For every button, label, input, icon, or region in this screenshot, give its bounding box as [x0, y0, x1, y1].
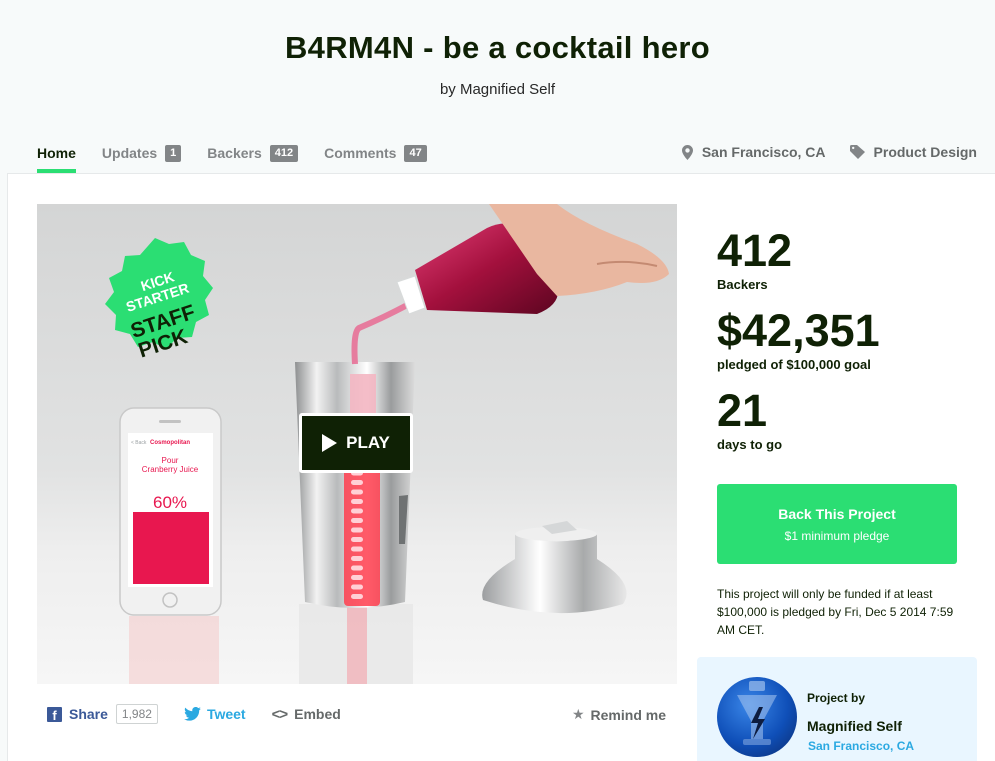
funding-note: This project will only be funded if at l… [717, 587, 954, 637]
phone-reflection [129, 616, 219, 684]
remind-me-button[interactable]: ★ Remind me [572, 706, 666, 723]
project-title: B4RM4N - be a cocktail hero [285, 30, 710, 65]
pour-stream [351, 301, 411, 365]
comments-count-badge: 47 [404, 144, 427, 162]
led-dot [351, 556, 363, 561]
led-dot [351, 480, 363, 485]
code-brackets-icon: <> [271, 705, 289, 723]
phone-fill-bar [133, 512, 209, 584]
led-dot [351, 565, 363, 571]
play-button[interactable]: PLAY [299, 413, 413, 473]
backers-count-badge: 412 [269, 144, 299, 162]
led-dot [351, 584, 363, 590]
project-by-label: Project by [807, 691, 866, 705]
facebook-share-count: 1,982 [115, 704, 158, 724]
tweet-label: Tweet [206, 706, 246, 722]
embed-button[interactable]: <> Embed [272, 706, 341, 723]
led-dot [351, 499, 363, 504]
led-dot [351, 489, 363, 495]
cocktail-lightning-icon [737, 681, 777, 745]
days-to-go-count: 21 [717, 385, 768, 436]
led-dot [351, 575, 363, 580]
phone-mockup: < Back Cosmopolitan Pour Cranberry Juice… [119, 407, 222, 616]
bottle-and-hand [396, 204, 669, 315]
phone-instruction-2: Cranberry Juice [142, 465, 199, 474]
tab-comments-label: Comments [324, 145, 397, 161]
star-icon: ★ [571, 706, 585, 722]
days-to-go-label: days to go [717, 437, 783, 452]
back-button-label: Back This Project [778, 506, 896, 522]
phone-back: < Back [131, 440, 147, 446]
back-this-project-button[interactable]: Back This Project $1 minimum pledge [717, 484, 957, 564]
tab-home[interactable]: Home [37, 142, 76, 173]
category-label: Product Design [873, 144, 977, 160]
creator-box: Project by Magnified Self San Francisco,… [697, 657, 977, 761]
staff-pick-badge: KICK STARTER STAFF PICK [105, 238, 213, 363]
project-byline[interactable]: by Magnified Self [0, 81, 995, 98]
updates-count-badge: 1 [165, 144, 182, 162]
tab-backers-label: Backers [207, 145, 262, 161]
project-nav: Home Updates 1 Backers 412 Comments 47 [37, 142, 453, 174]
play-label: PLAY [346, 433, 390, 452]
shaker [295, 362, 415, 608]
tweet-button[interactable]: Tweet [184, 706, 246, 722]
led-dot [351, 594, 363, 599]
location-pin-icon [681, 144, 693, 160]
led-dot [351, 546, 363, 552]
creator-name[interactable]: Magnified Self [807, 718, 902, 734]
creator-avatar[interactable] [717, 677, 797, 757]
location-link[interactable]: San Francisco, CA [681, 144, 826, 160]
project-meta: San Francisco, CA Product Design [658, 144, 977, 160]
tab-home-label: Home [37, 145, 76, 161]
phone-title: Cosmopolitan [150, 440, 190, 446]
backers-count: 412 [717, 225, 793, 276]
led-dot [351, 518, 363, 523]
backers-label: Backers [717, 277, 768, 292]
facebook-share-button[interactable]: f Share [47, 706, 108, 723]
tab-backers[interactable]: Backers 412 [207, 142, 299, 164]
embed-label: Embed [294, 706, 341, 722]
led-dot [351, 527, 363, 533]
facebook-share-label: Share [69, 706, 108, 722]
twitter-bird-icon [184, 707, 201, 721]
tag-icon [849, 145, 865, 159]
play-icon [322, 434, 338, 452]
share-bar: f Share 1,982 Tweet <> Embed [47, 704, 341, 724]
creator-location[interactable]: San Francisco, CA [808, 739, 914, 753]
remind-me-label: Remind me [590, 706, 666, 723]
back-button-sublabel: $1 minimum pledge [784, 529, 890, 543]
shaker-cap [482, 521, 627, 614]
pledged-label: pledged of $100,000 goal [717, 357, 871, 372]
video-player[interactable]: KICK STARTER STAFF PICK < Back Cosmopoli… [37, 204, 677, 684]
category-link[interactable]: Product Design [849, 144, 977, 160]
tab-comments[interactable]: Comments 47 [324, 142, 427, 164]
facebook-icon: f [47, 706, 62, 723]
led-dot [351, 508, 363, 514]
tab-updates-label: Updates [101, 145, 158, 161]
tab-updates[interactable]: Updates 1 [101, 142, 182, 164]
location-label: San Francisco, CA [701, 144, 826, 160]
phone-percent: 60% [153, 493, 187, 512]
led-dot [351, 537, 363, 542]
pledged-amount: $42,351 [717, 305, 880, 356]
phone-instruction-1: Pour [162, 456, 179, 465]
led-reflection [347, 604, 367, 684]
